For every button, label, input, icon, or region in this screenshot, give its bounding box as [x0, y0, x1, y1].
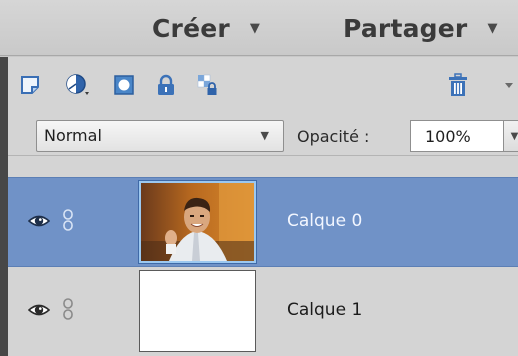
- layer-thumbnail-blank[interactable]: [139, 270, 256, 352]
- opacity-dropdown-button[interactable]: ▼: [504, 120, 518, 152]
- eye-icon[interactable]: [28, 302, 50, 318]
- layer-row-calque-1[interactable]: Calque 1: [8, 267, 518, 356]
- trash-icon: [449, 73, 467, 96]
- new-adjustment-layer-button[interactable]: [63, 72, 95, 98]
- menu-create[interactable]: Créer ▼: [152, 10, 260, 46]
- menu-share-label: Partager: [343, 13, 468, 43]
- photo-thumbnail-image: [141, 183, 254, 261]
- lock-all-button[interactable]: [153, 72, 179, 98]
- lock-icon: [158, 74, 174, 95]
- new-layer-button[interactable]: [17, 72, 43, 98]
- layer-name[interactable]: Calque 0: [287, 211, 362, 231]
- blend-mode-value: Normal: [44, 126, 102, 145]
- menu-create-label: Créer: [152, 13, 230, 43]
- panel-edge: [0, 57, 8, 356]
- menu-share[interactable]: Partager ▼: [343, 10, 498, 46]
- link-icon[interactable]: [61, 298, 75, 320]
- layer-row-calque-0[interactable]: Calque 0: [8, 177, 518, 267]
- panel-menu-button[interactable]: [500, 72, 518, 98]
- new-layer-icon: [21, 76, 39, 94]
- opacity-input[interactable]: [410, 120, 504, 152]
- lock-transparency-button[interactable]: [195, 72, 221, 98]
- eye-icon[interactable]: [28, 213, 50, 229]
- layer-thumbnail-photo[interactable]: [139, 181, 256, 263]
- blend-options-row: Normal ▼ Opacité : ▼: [8, 116, 518, 156]
- panel-menu-icon: [505, 83, 513, 88]
- blend-mode-select[interactable]: Normal ▼: [36, 120, 284, 152]
- chevron-down-icon: ▼: [487, 20, 498, 36]
- add-layer-mask-icon: [114, 75, 134, 95]
- chevron-down-icon: ▼: [249, 20, 261, 36]
- layers-toolbar: [8, 64, 518, 106]
- opacity-label: Opacité :: [297, 127, 370, 146]
- menu-bar: Créer ▼ Partager ▼: [0, 0, 518, 56]
- new-fill-adjustment-layer-icon: [66, 74, 89, 95]
- add-layer-mask-button[interactable]: [111, 72, 137, 98]
- link-icon[interactable]: [61, 209, 75, 231]
- chevron-down-icon: ▼: [510, 130, 518, 142]
- layer-name[interactable]: Calque 1: [287, 300, 362, 320]
- chevron-down-icon: ▼: [260, 129, 269, 142]
- delete-layer-button[interactable]: [445, 72, 471, 98]
- lock-transparent-pixels-icon: [197, 74, 217, 95]
